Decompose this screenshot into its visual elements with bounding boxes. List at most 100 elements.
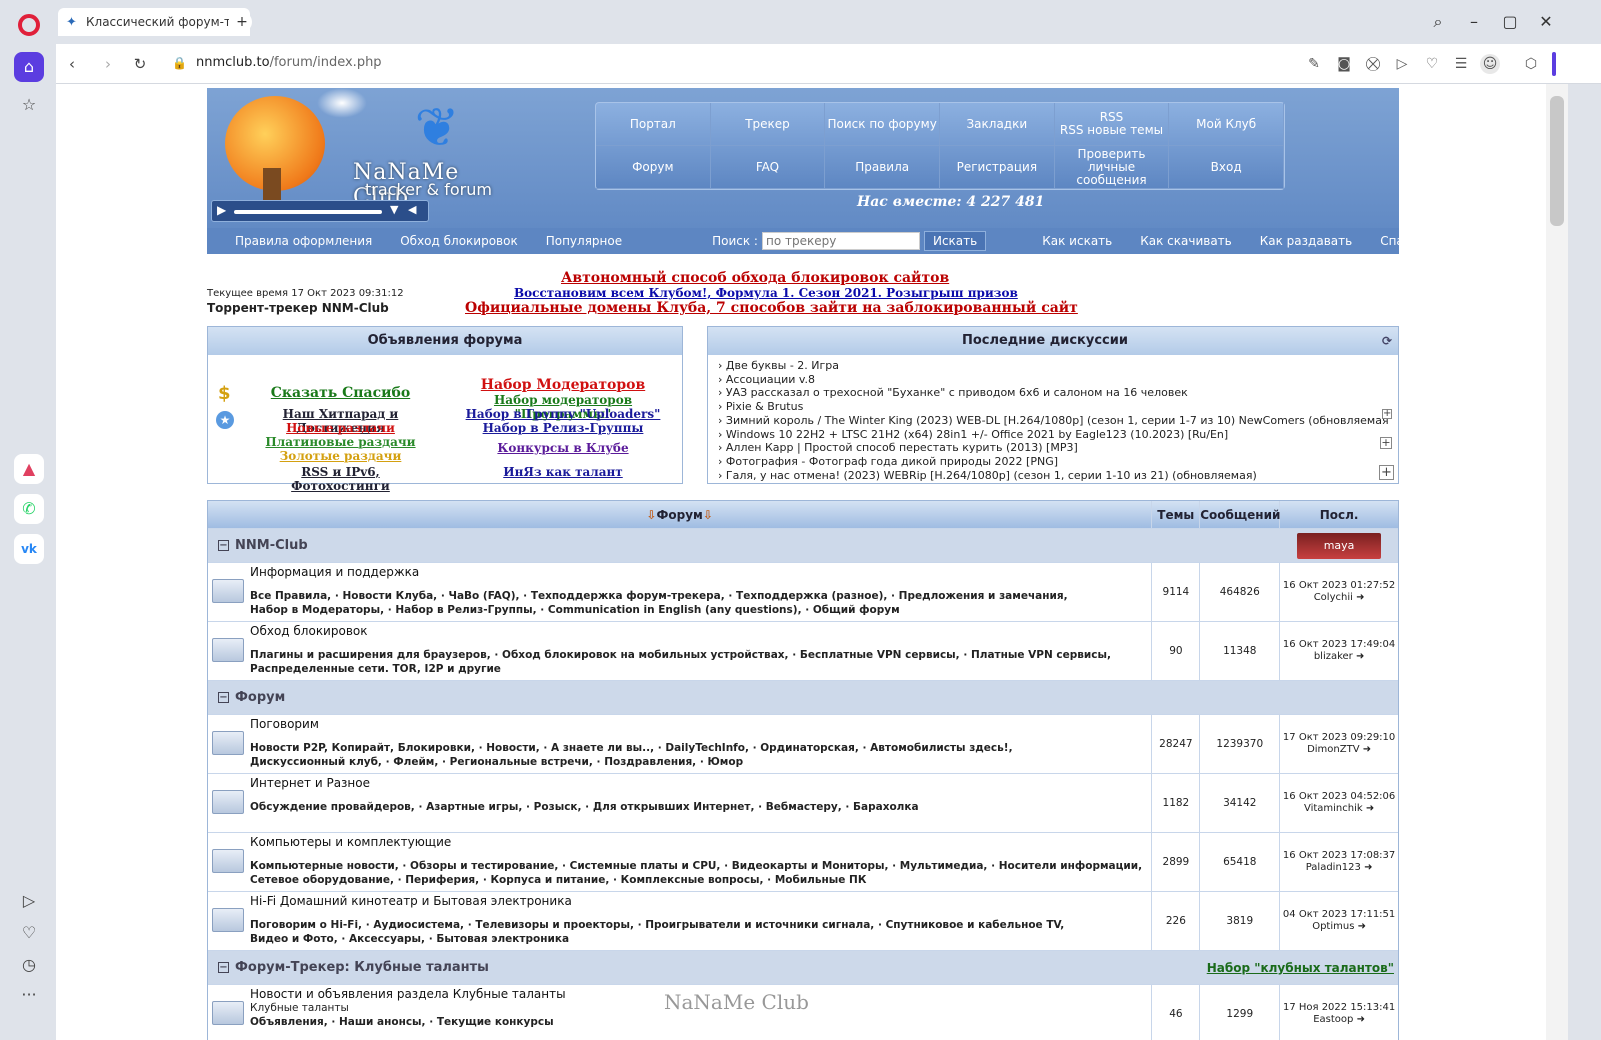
forum-title[interactable]: Интернет и Разное [250, 776, 1151, 790]
ann-new[interactable]: Новые раздачи [253, 421, 428, 435]
subnav-how-search[interactable]: Как искать [1042, 234, 1112, 248]
category-row[interactable]: − NNM-Club maya [208, 529, 1398, 563]
profile-icon[interactable]: ☺ [1480, 54, 1500, 74]
menu-item-2[interactable]: Поиск по форуму [825, 103, 940, 146]
last-post-user[interactable]: Optimus [1312, 921, 1354, 932]
forum-title[interactable]: Обход блокировок [250, 624, 1151, 638]
search-button[interactable]: Искать [923, 231, 987, 251]
ann-thanks[interactable]: Сказать Спасибо [253, 385, 428, 401]
volume-icon[interactable]: ◀ [408, 203, 416, 216]
history-icon[interactable]: ◷ [14, 950, 44, 980]
category-nnm[interactable]: − NNM-Club [208, 529, 1153, 562]
subforums-line-1[interactable]: Обсуждение провайдеров, · Азартные игры,… [250, 800, 1151, 814]
collapse-icon[interactable]: − [218, 540, 229, 551]
menu-item-7[interactable]: FAQ [710, 146, 826, 189]
forum-title[interactable]: Поговорим [250, 717, 1151, 731]
subforums-line-1[interactable]: Поговорим о Hi-Fi, · Аудиосистема, · Тел… [250, 918, 1151, 932]
menu-item-5[interactable]: Мой Клуб [1169, 103, 1284, 146]
ann-rss[interactable]: RSS и IPv6, Фотохостинги [253, 465, 428, 493]
menu-item-1[interactable]: Трекер [710, 103, 826, 146]
goto-post-icon[interactable]: ➜ [1357, 1014, 1365, 1025]
collapse-icon[interactable]: − [218, 692, 229, 703]
forum-title[interactable]: Hi-Fi Домашний кинотеатр и Бытовая элект… [250, 894, 1151, 908]
forum-row[interactable]: Компьютеры и комплектующие Компьютерные н… [208, 833, 1398, 892]
scrollbar-thumb[interactable] [1550, 96, 1564, 226]
menu-item-4[interactable]: RSS RSS новые темы [1054, 103, 1170, 146]
whatsapp-icon[interactable]: ✆ [14, 494, 44, 524]
goto-post-icon[interactable]: ➜ [1366, 803, 1374, 814]
menu-icon[interactable]: ☰ [1451, 54, 1471, 74]
search-input[interactable] [761, 232, 920, 250]
goto-post-icon[interactable]: ➜ [1358, 921, 1366, 932]
menu-item-3[interactable]: Закладки [939, 103, 1055, 146]
discussion-item[interactable]: › Галя, у нас отмена! (2023) WEBRip [H.2… [718, 469, 1388, 483]
forum-title[interactable]: Компьютеры и комплектующие [250, 835, 1151, 849]
discussion-item[interactable]: › Windows 10 22H2 + LTSC 21H2 (x64) 28in… [718, 428, 1388, 442]
subnav-thanks[interactable]: Спасибо! [1380, 234, 1438, 248]
subnav-how-download[interactable]: Как скачивать [1140, 234, 1232, 248]
maximize-button[interactable]: ▢ [1496, 10, 1524, 34]
edit-icon[interactable]: ✎ [1304, 54, 1324, 74]
subforums-line-2[interactable]: Сетевое оборудование, · Периферия, · Кор… [250, 873, 1151, 887]
ann-contests[interactable]: Конкурсы в Клубе [448, 441, 678, 455]
header-forum[interactable]: ⇩Форум⇩ [208, 501, 1153, 528]
play-icon[interactable]: ▶ [217, 203, 226, 217]
forum-row[interactable]: Поговорим Новости P2P, Копирайт, Блокиров… [208, 715, 1398, 774]
menu-item-0[interactable]: Портал [596, 103, 711, 146]
lock-icon[interactable]: 🔒 [172, 56, 187, 70]
menu-item-8[interactable]: Правила [825, 146, 940, 189]
forum-row[interactable]: Обход блокировок Плагины и расширения для… [208, 622, 1398, 681]
url-field[interactable]: nnmclub.to/forum/index.php [196, 55, 382, 70]
aria-icon[interactable]: ▲ [14, 454, 44, 484]
last-post-user[interactable]: blizaker [1314, 651, 1353, 662]
ann-moderators[interactable]: Набор Модераторов [448, 377, 678, 393]
search-tabs-icon[interactable]: ⌕ [1424, 10, 1452, 34]
more-icon[interactable]: ··· [14, 980, 44, 1010]
discussion-item[interactable]: › Аллен Карр | Простой способ перестать … [718, 441, 1388, 455]
adblock-icon[interactable]: ⛒ [1363, 54, 1383, 74]
last-post-user[interactable]: DimonZTV [1307, 744, 1359, 755]
new-tab-button[interactable]: + [232, 12, 252, 32]
notice-link-bypass[interactable]: Автономный способ обхода блокировок сайт… [561, 270, 949, 286]
cube-icon[interactable]: ⬡ [1521, 54, 1541, 74]
forum-title[interactable]: Информация и поддержка [250, 565, 1151, 579]
subnav-how-seed[interactable]: Как раздавать [1260, 234, 1352, 248]
scrollbar[interactable] [1546, 84, 1568, 1040]
menu-item-9[interactable]: Регистрация [939, 146, 1055, 189]
subforums-line-2[interactable]: Распределенные сети. TOR, I2P и другие [250, 662, 1151, 676]
subnav-rules[interactable]: Правила оформления [235, 234, 372, 248]
goto-post-icon[interactable]: ➜ [1356, 592, 1364, 603]
menu-item-6[interactable]: Форум [596, 146, 711, 189]
last-post-user[interactable]: Eastoop [1313, 1014, 1353, 1025]
star-icon[interactable]: ☆ [14, 90, 44, 120]
expand-icon[interactable]: + [1382, 409, 1392, 419]
ann-languages[interactable]: ИнЯз как талант [448, 465, 678, 479]
forum-row[interactable]: Hi-Fi Домашний кинотеатр и Бытовая элект… [208, 892, 1398, 951]
category-forum[interactable]: − Форум [208, 681, 1153, 714]
talents-link[interactable]: Набор "клубных талантов" [1207, 961, 1394, 975]
forward-button[interactable]: › [98, 54, 118, 74]
back-button[interactable]: ‹ [62, 54, 82, 74]
subforums-line-2[interactable]: Объявления, · Наши анонсы, · Текущие кон… [250, 1015, 1151, 1029]
reload-button[interactable]: ↻ [130, 54, 150, 74]
heart-icon[interactable]: ♡ [1422, 54, 1442, 74]
goto-post-icon[interactable]: ➜ [1363, 744, 1371, 755]
maya-banner-logo[interactable]: maya [1297, 533, 1382, 559]
progress-bar[interactable] [234, 210, 382, 214]
last-post-user[interactable]: Vitaminchik [1304, 803, 1363, 814]
subforums-line-1[interactable]: Компьютерные новости, · Обзоры и тестиро… [250, 859, 1151, 873]
category-talents[interactable]: − Форум-Трекер: Клубные таланты [208, 951, 1153, 984]
subforums-line-2[interactable]: Видео и Фото, · Аксессуары, · Бытовая эл… [250, 932, 1151, 946]
subforums-line-2[interactable]: Набор в Модераторы, · Набор в Релиз-Груп… [250, 603, 1151, 617]
discussion-item[interactable]: › Фотография - Фотограф года дикой приро… [718, 455, 1388, 469]
ann-gold[interactable]: Золотые раздачи [253, 449, 428, 463]
ann-platinum[interactable]: Платиновые раздачи [253, 435, 428, 449]
discussion-item[interactable]: › Ассоциации v.8 [718, 373, 1388, 387]
notice-link-restore[interactable]: Восстановим всем Клубом!, Формула 1. Сез… [514, 286, 1018, 300]
home-icon[interactable]: ⌂ [14, 52, 44, 82]
subforums-line-1[interactable]: Все Правила, · Новости Клуба, · ЧаВо (FA… [250, 589, 1151, 603]
camera-icon[interactable]: ◙ [1334, 54, 1354, 74]
discussion-item[interactable]: › Две буквы - 2. Игра [718, 359, 1388, 373]
discussion-item[interactable]: › Зимний король / The Winter King (2023)… [718, 414, 1388, 428]
collapse-icon[interactable]: − [218, 962, 229, 973]
